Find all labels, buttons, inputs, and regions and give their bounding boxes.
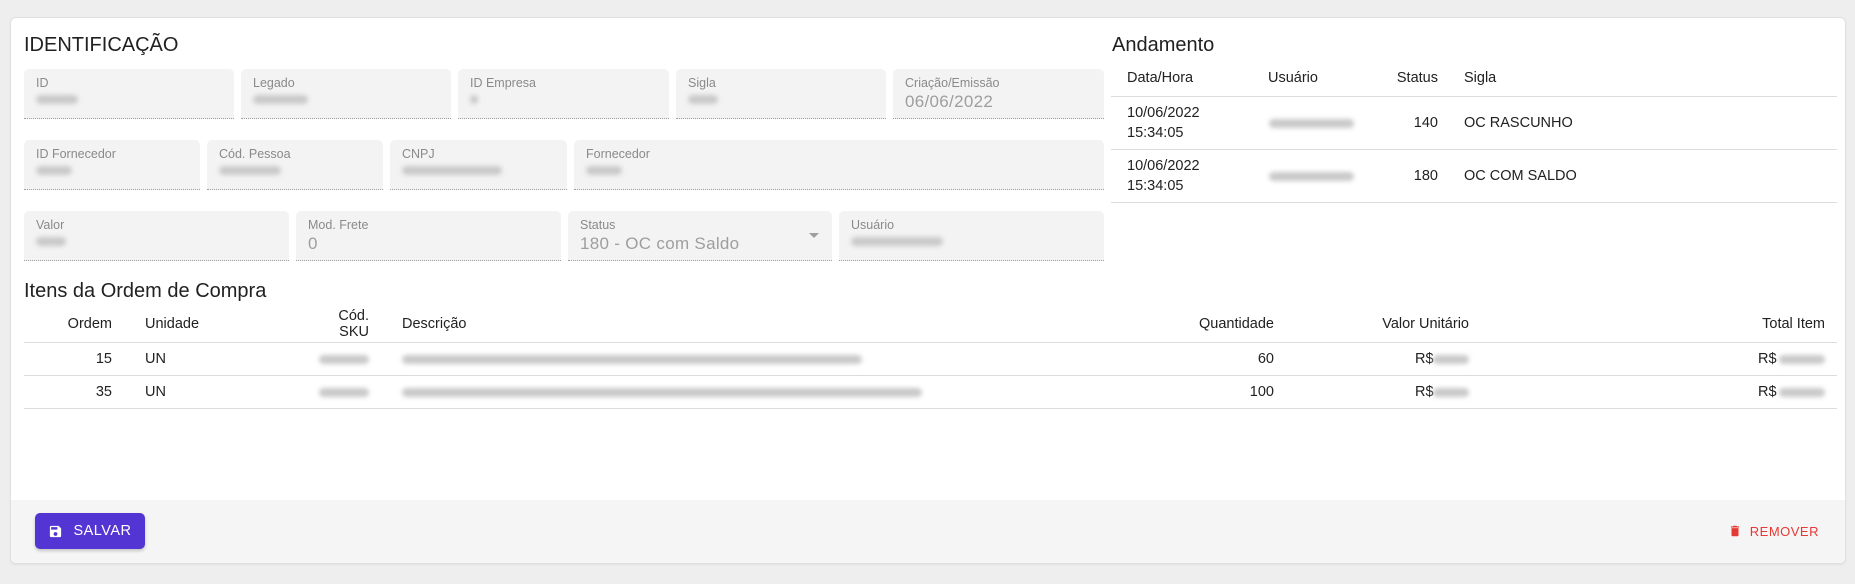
table-row: 35 UN 100 R$ R$: [24, 374, 1837, 409]
itens-unidade: UN: [112, 341, 314, 375]
andamento-title: Andamento: [1112, 34, 1215, 56]
remove-button[interactable]: REMOVER: [1728, 516, 1819, 546]
itens-header-unidade: Unidade: [145, 315, 200, 332]
cod-pessoa-field: Cód. Pessoa: [207, 140, 383, 190]
itens-title: Itens da Ordem de Compra: [24, 280, 267, 302]
fornecedor-label: Fornecedor: [586, 147, 650, 161]
andamento-sigla: OC RASCUNHO: [1448, 95, 1837, 149]
itens-header-quantidade: Quantidade: [1199, 315, 1274, 332]
andamento-time: 15:34:05: [1127, 177, 1184, 194]
itens-table: Ordem Unidade Cód. SKU Descrição Quantid…: [24, 306, 1837, 409]
itens-sku-redacted: [319, 354, 369, 364]
usuario-field: Usuário: [839, 211, 1104, 261]
id-empresa-label: ID Empresa: [470, 76, 536, 90]
trash-icon: [1730, 525, 1739, 537]
id-fornecedor-redacted-value: [36, 166, 72, 175]
usuario-label: Usuário: [851, 218, 895, 232]
cnpj-redacted-value: [402, 166, 502, 175]
usuario-redacted-value: [851, 237, 943, 246]
andamento-usuario-redacted: [1269, 171, 1354, 181]
id-fornecedor-label: ID Fornecedor: [36, 147, 116, 161]
itens-ordem: 35: [24, 374, 112, 409]
chevron-down-icon[interactable]: [809, 233, 819, 238]
identificacao-title: IDENTIFICAÇÃO: [24, 34, 179, 56]
andamento-header-sigla: Sigla: [1464, 69, 1497, 86]
itens-total-redacted: [1779, 354, 1825, 364]
itens-valor-redacted: [1433, 354, 1469, 364]
legado-label: Legado: [253, 76, 295, 90]
criacao-value: 06/06/2022: [905, 92, 994, 111]
andamento-status: 180: [1367, 148, 1448, 203]
mod-frete-label: Mod. Frete: [308, 218, 369, 232]
itens-sku-redacted: [319, 387, 369, 397]
cod-pessoa-label: Cód. Pessoa: [219, 147, 291, 161]
id-label: ID: [36, 76, 49, 90]
id-redacted-value: [36, 95, 78, 104]
id-empresa-redacted-value: [470, 95, 478, 104]
sigla-redacted-value: [688, 95, 718, 104]
table-row: 15 UN 60 R$ R$: [24, 341, 1837, 375]
legado-redacted-value: [253, 95, 308, 104]
purchase-order-card: IDENTIFICAÇÃO ID Legado ID Empresa Sigla…: [10, 17, 1846, 564]
andamento-header-usuario: Usuário: [1268, 69, 1318, 86]
itens-descricao-redacted: [402, 354, 862, 364]
itens-descricao-redacted: [402, 387, 922, 397]
andamento-sigla: OC COM SALDO: [1448, 148, 1837, 203]
remove-button-label: REMOVER: [1749, 523, 1819, 539]
status-value: 180 - OC com Saldo: [580, 234, 740, 253]
cnpj-label: CNPJ: [402, 147, 435, 161]
andamento-status: 140: [1367, 95, 1448, 149]
valor-redacted-value: [36, 237, 66, 246]
table-row: 10/06/2022 15:34:05 140 OC RASCUNHO: [1111, 95, 1837, 149]
itens-header-total-item: Total Item: [1762, 315, 1825, 332]
card-footer: SALVAR REMOVER: [11, 500, 1845, 563]
mod-frete-field: Mod. Frete 0: [296, 211, 561, 261]
itens-ordem: 15: [24, 341, 112, 375]
status-label: Status: [580, 218, 616, 232]
andamento-date: 10/06/2022: [1127, 157, 1200, 174]
floppy-disk-icon: [50, 525, 62, 537]
id-empresa-field: ID Empresa: [458, 69, 669, 119]
itens-total-redacted: [1779, 387, 1825, 397]
itens-unidade: UN: [112, 374, 314, 409]
save-button[interactable]: SALVAR: [35, 513, 145, 549]
valor-label: Valor: [36, 218, 65, 232]
itens-header-valor-unitario: Valor Unitário: [1382, 315, 1469, 332]
sigla-field: Sigla: [676, 69, 886, 119]
itens-quantidade: 100: [1113, 374, 1274, 409]
itens-header-sku: Cód. SKU: [338, 307, 369, 340]
valor-field: Valor: [24, 211, 289, 261]
andamento-time: 15:34:05: [1127, 124, 1184, 141]
id-fornecedor-field[interactable]: ID Fornecedor: [24, 140, 200, 190]
sigla-label: Sigla: [688, 76, 716, 90]
table-row: 10/06/2022 15:34:05 180 OC COM SALDO: [1111, 148, 1837, 203]
andamento-header-status: Status: [1396, 69, 1438, 86]
id-field[interactable]: ID: [24, 69, 234, 119]
cod-pessoa-redacted-value: [219, 166, 281, 175]
cnpj-field: CNPJ: [390, 140, 567, 190]
criacao-field: Criação/Emissão 06/06/2022: [893, 69, 1104, 119]
itens-quantidade: 60: [1113, 341, 1274, 375]
andamento-usuario-redacted: [1269, 118, 1354, 128]
itens-valor-redacted: [1433, 387, 1469, 397]
mod-frete-value: 0: [308, 234, 318, 253]
criacao-label: Criação/Emissão: [905, 76, 1000, 90]
itens-header-descricao: Descrição: [402, 315, 467, 332]
andamento-table: Data/Hora Usuário Status Sigla 10/06/202…: [1111, 60, 1837, 203]
status-select[interactable]: Status 180 - OC com Saldo: [568, 211, 832, 261]
fornecedor-field: Fornecedor: [574, 140, 1104, 190]
legado-field[interactable]: Legado: [241, 69, 451, 119]
itens-header-ordem: Ordem: [67, 315, 112, 332]
save-button-label: SALVAR: [73, 523, 132, 539]
andamento-date: 10/06/2022: [1127, 104, 1200, 121]
fornecedor-redacted-value: [586, 166, 622, 175]
andamento-header-data-hora: Data/Hora: [1127, 69, 1194, 86]
